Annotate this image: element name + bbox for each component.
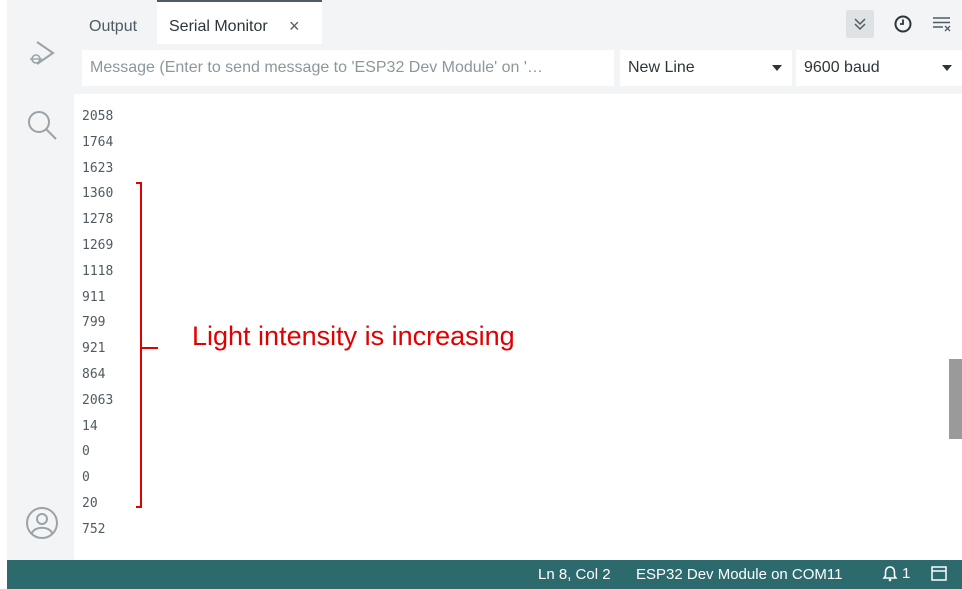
- message-row: New Line 9600 baud: [74, 44, 962, 94]
- chevron-down-icon: [942, 65, 952, 71]
- clear-output-button[interactable]: [928, 10, 956, 38]
- status-bar: Ln 8, Col 2 ESP32 Dev Module on COM11 1: [7, 560, 962, 589]
- tab-serial-monitor-label: Serial Monitor: [169, 18, 268, 35]
- board-port[interactable]: ESP32 Dev Module on COM11: [636, 566, 843, 583]
- serial-line: 1623: [82, 160, 114, 176]
- timestamp-button[interactable]: [889, 10, 917, 38]
- serial-line: 0: [82, 444, 90, 460]
- annotation-bracket-tick: [142, 347, 158, 349]
- serial-line: 1269: [82, 237, 114, 253]
- baud-rate-select[interactable]: 9600 baud: [796, 50, 962, 86]
- line-ending-select[interactable]: New Line: [620, 50, 792, 86]
- serial-lines: 2058 1764 1623 1360 1278 1269 1118 911 799 921 864…: [82, 104, 113, 540]
- serial-line: 1278: [82, 212, 114, 228]
- activity-bar: [7, 0, 74, 560]
- scrollbar[interactable]: [948, 94, 962, 540]
- serial-line: 0: [82, 470, 90, 486]
- panel-icon: [931, 566, 947, 581]
- serial-line: 14: [82, 418, 98, 434]
- baud-rate-value: 9600 baud: [804, 59, 880, 76]
- annotation-bracket: [136, 182, 142, 508]
- chevrons-down-icon: [854, 18, 866, 31]
- serial-line: 799: [82, 315, 106, 331]
- message-input[interactable]: [82, 50, 614, 86]
- serial-line: 911: [82, 289, 106, 305]
- tab-output[interactable]: Output: [89, 18, 137, 36]
- serial-line: 752: [82, 521, 106, 537]
- serial-line: 921: [82, 341, 106, 357]
- serial-line: 1118: [82, 263, 114, 279]
- search-icon[interactable]: [25, 108, 59, 142]
- close-icon[interactable]: ×: [289, 16, 300, 36]
- serial-line: 1764: [82, 134, 114, 150]
- notifications-count: 1: [902, 565, 911, 582]
- tab-serial-monitor[interactable]: Serial Monitor ×: [157, 0, 322, 44]
- bell-icon: [882, 566, 898, 582]
- clear-output-icon: [933, 17, 951, 32]
- serial-line: 2063: [82, 392, 114, 408]
- line-ending-value: New Line: [628, 59, 695, 76]
- clock-icon: [894, 15, 912, 33]
- autoscroll-button[interactable]: [846, 10, 874, 38]
- serial-line: 864: [82, 366, 106, 382]
- cursor-position[interactable]: Ln 8, Col 2: [538, 566, 611, 583]
- debug-icon[interactable]: [25, 36, 59, 70]
- annotation-text: Light intensity is increasing: [192, 321, 515, 351]
- serial-output[interactable]: 2058 1764 1623 1360 1278 1269 1118 911 799 921 864…: [74, 94, 948, 540]
- serial-line: 1360: [82, 186, 114, 202]
- panel-tab-bar: Output Serial Monitor ×: [74, 0, 962, 44]
- serial-line: 20: [82, 495, 98, 511]
- serial-line: 2058: [82, 109, 114, 124]
- scrollbar-thumb[interactable]: [949, 359, 962, 439]
- notifications[interactable]: 1: [882, 565, 910, 582]
- account-icon[interactable]: [25, 506, 59, 540]
- panel-toggle[interactable]: [931, 566, 947, 585]
- chevron-down-icon: [772, 65, 782, 71]
